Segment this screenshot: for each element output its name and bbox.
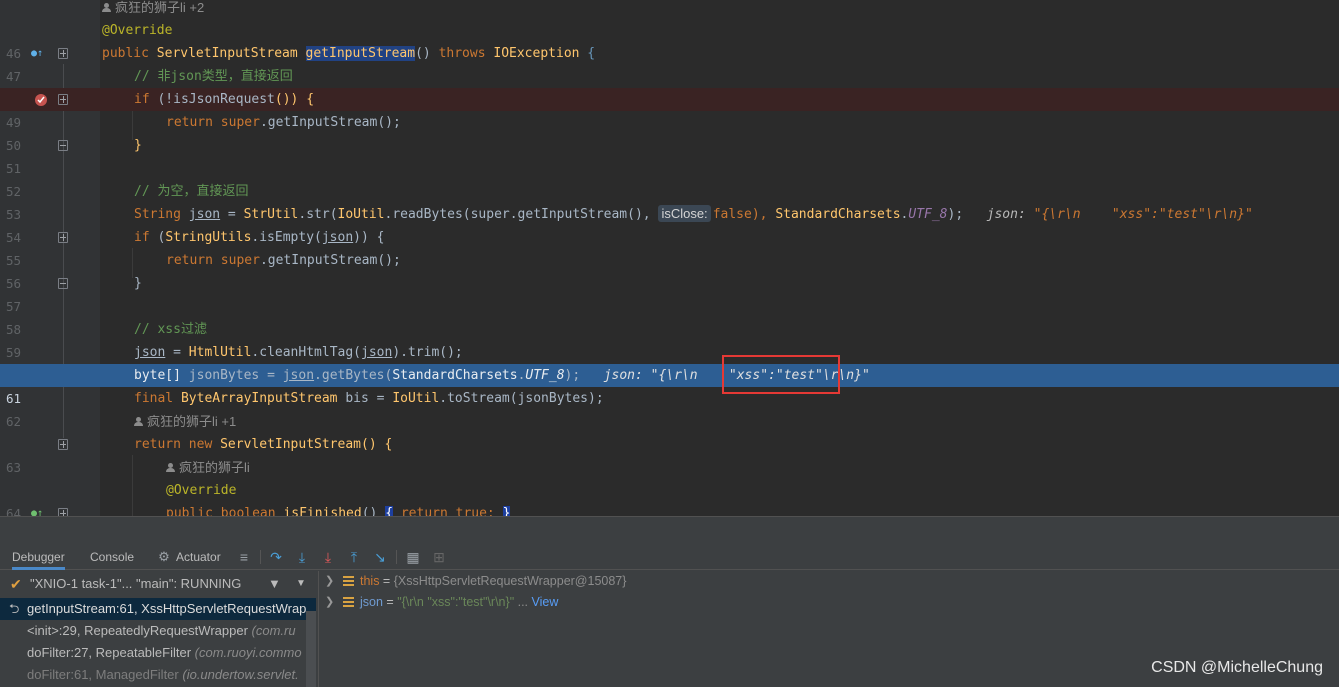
toolbar-separator <box>260 550 261 564</box>
code-line-57[interactable]: 57 } <box>0 272 1339 314</box>
code-editor[interactable]: 疯狂的狮子li +2 46 @Override 47 ●↑ public Ser… <box>0 0 1339 516</box>
layout-menu-icon[interactable]: ≡ <box>236 549 252 565</box>
stack-frame[interactable]: ⮌ getInputStream:61, XssHttpServletReque… <box>0 598 316 620</box>
run-to-cursor-icon[interactable]: ↘ <box>372 549 388 565</box>
frames-panel[interactable]: ✔ "XNIO-1 task-1"... "main": RUNNING ▼ ▼… <box>0 571 316 687</box>
check-icon: ✔ <box>10 576 22 592</box>
parameter-hint: isClose: <box>658 205 711 222</box>
toolbar-separator <box>396 550 397 564</box>
debug-tabs: Debugger Console ⚙ Actuator ≡ ↷ ⤓ ⤓ ⤒ ↘ … <box>0 544 1339 570</box>
chevron-right-icon[interactable]: ❯ <box>325 592 334 613</box>
frames-scrollbar[interactable] <box>306 611 316 687</box>
code-line-54[interactable]: 54 String json = StrUtil.str(IoUtil.read… <box>0 203 1339 245</box>
code-line-62[interactable]: 62 final ByteArrayInputStream bis = IoUt… <box>0 387 1339 429</box>
code-line-52[interactable]: 52 <box>0 157 1339 199</box>
chevron-down-icon[interactable]: ▼ <box>296 571 306 597</box>
thread-selector[interactable]: ✔ "XNIO-1 task-1"... "main": RUNNING ▼ ▼ <box>0 571 316 597</box>
code-line-58[interactable]: 58 <box>0 295 1339 337</box>
user-icon <box>134 417 143 426</box>
override-method-icon[interactable]: ●↑ <box>30 507 44 516</box>
field-icon <box>343 576 354 586</box>
filter-icon[interactable]: ▼ <box>268 571 281 597</box>
stack-frame[interactable]: doFilter:61, ManagedFilter (io.undertow.… <box>0 664 316 686</box>
code-lens-hint[interactable]: 疯狂的狮子li +2 <box>0 0 1339 19</box>
code-lens-hint[interactable]: 疯狂的狮子li <box>0 456 1339 479</box>
fold-toggle-icon[interactable] <box>58 232 68 243</box>
stack-frame[interactable]: doFilter:27, RepeatableFilter (com.ruoyi… <box>0 642 316 664</box>
step-out-icon[interactable]: ⤒ <box>346 549 362 565</box>
selected-identifier: getInputStream <box>305 46 416 61</box>
code-line-46[interactable]: 46 @Override <box>0 19 1339 61</box>
evaluate-expression-icon[interactable]: ▦ <box>405 549 421 565</box>
code-line-50[interactable]: 50 return super.getInputStream(); <box>0 111 1339 153</box>
code-line-53[interactable]: 53 // 为空，直接返回 <box>0 180 1339 222</box>
annotation-highlight-box <box>722 355 840 394</box>
field-icon <box>343 597 354 607</box>
variable-json[interactable]: ❯ json = "{\r\n "xss":"test"\r\n}" ... V… <box>319 592 1319 613</box>
stack-frame[interactable]: <init>:29, RepeatedlyRequestWrapper (com… <box>0 620 316 642</box>
fold-end-icon[interactable] <box>58 278 68 289</box>
debug-tool-window[interactable]: Debugger Console ⚙ Actuator ≡ ↷ ⤓ ⤓ ⤒ ↘ … <box>0 516 1339 687</box>
code-line-47[interactable]: 47 ●↑ public ServletInputStream getInput… <box>0 42 1339 84</box>
actuator-icon: ⚙ <box>158 549 170 564</box>
code-line-63[interactable]: 63 return new ServletInputStream() { <box>0 433 1339 475</box>
code-line-48[interactable]: 48 // 非json类型，直接返回 <box>0 65 1339 107</box>
fold-end-icon[interactable] <box>58 140 68 151</box>
force-step-into-icon[interactable]: ⤓ <box>320 549 336 565</box>
code-line-65[interactable]: 65 ●↑ public boolean isFinished() { retu… <box>0 502 1339 516</box>
user-icon <box>166 463 175 472</box>
trace-icon[interactable]: ⊞ <box>431 549 447 565</box>
tab-actuator[interactable]: Actuator <box>176 544 221 570</box>
code-line-49[interactable]: 49 if (!isJsonRequest()) { <box>0 88 1339 130</box>
breakpoint-icon[interactable] <box>34 93 48 107</box>
user-icon <box>102 3 111 12</box>
chevron-right-icon[interactable]: ❯ <box>325 571 334 592</box>
watermark: CSDN @MichelleChung <box>1151 659 1323 676</box>
code-line-55[interactable]: 55 if (StringUtils.isEmpty(json)) { <box>0 226 1339 268</box>
fold-toggle-icon[interactable] <box>58 94 68 105</box>
code-line-60[interactable]: 60 json = HtmlUtil.cleanHtmlTag(json).tr… <box>0 341 1339 383</box>
code-line-56[interactable]: 56 return super.getInputStream(); <box>0 249 1339 291</box>
inline-debug-label: json: <box>603 368 643 383</box>
inline-debug-value: "{\r\n "xss":"test"\r\n}" <box>1033 207 1253 222</box>
tab-debugger[interactable]: Debugger <box>12 544 65 570</box>
step-over-icon[interactable]: ↷ <box>268 549 284 565</box>
inline-debug-label: json: <box>986 207 1026 222</box>
panel-header <box>0 516 1339 542</box>
step-into-icon[interactable]: ⤓ <box>294 549 310 565</box>
fold-toggle-icon[interactable] <box>58 48 68 59</box>
fold-toggle-icon[interactable] <box>58 439 68 450</box>
current-frame-icon: ⮌ <box>9 601 20 616</box>
tab-console[interactable]: Console <box>90 544 134 570</box>
code-line-64[interactable]: 64 @Override <box>0 479 1339 516</box>
code-line-61-current[interactable]: 61 byte[] jsonBytes = json.getBytes(Stan… <box>0 364 1339 406</box>
override-method-icon[interactable]: ●↑ <box>30 47 44 61</box>
view-link[interactable]: View <box>532 595 559 609</box>
variable-this[interactable]: ❯ this = {XssHttpServletRequestWrapper@1… <box>319 571 1319 592</box>
fold-toggle-icon[interactable] <box>58 508 68 516</box>
code-lens-hint[interactable]: 疯狂的狮子li +1 <box>0 410 1339 433</box>
code-line-59[interactable]: 59 // xss过滤 <box>0 318 1339 360</box>
code-line-51[interactable]: 51 } <box>0 134 1339 176</box>
